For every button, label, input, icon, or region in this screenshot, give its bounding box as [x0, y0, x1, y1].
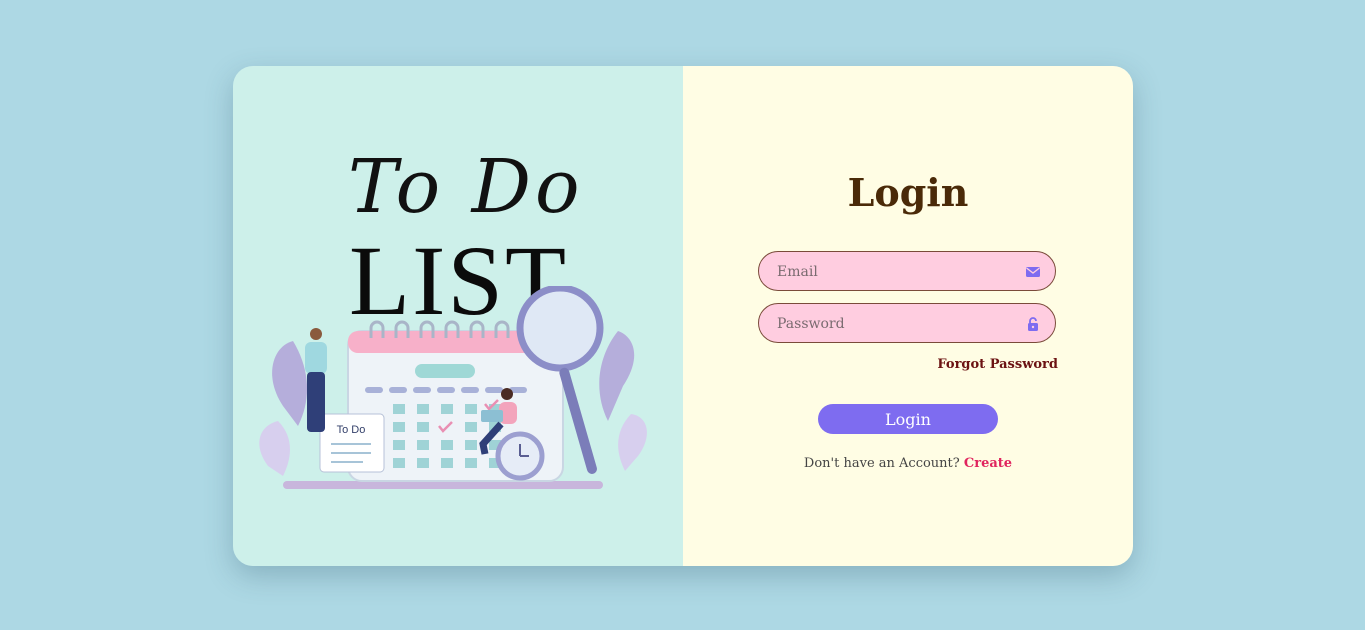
login-button[interactable]: Login [818, 404, 998, 434]
signup-row: Don't have an Account? Create [683, 456, 1133, 471]
ground-shape [283, 481, 603, 489]
calendar-label [415, 364, 475, 378]
person-legs [307, 372, 325, 432]
lock-icon [1028, 317, 1038, 331]
branding-panel: To Do LIST To Do [233, 66, 683, 566]
signup-prompt: Don't have an Account? [803, 456, 960, 471]
leaf-shape [259, 421, 290, 476]
script-title: To Do [348, 144, 584, 230]
login-panel: Login Forgot Password Login Don't have a… [683, 66, 1133, 566]
password-field[interactable] [758, 303, 1056, 344]
leaf-shape [272, 341, 308, 426]
login-heading: Login [847, 170, 969, 215]
envelope-icon [1026, 267, 1040, 277]
person-torso [305, 342, 327, 374]
login-card: To Do LIST To Do Login Email Forgot Pass… [233, 66, 1133, 566]
create-account-link[interactable]: Create [964, 456, 1012, 471]
person-head [501, 388, 513, 400]
laptop-shape [481, 410, 503, 422]
leaf-shape [599, 331, 635, 421]
leaf-shape [618, 414, 647, 471]
password-input[interactable] [775, 304, 1019, 344]
email-field[interactable] [758, 251, 1056, 292]
person-head [310, 328, 322, 340]
calendar-illustration: To Do [259, 286, 647, 489]
magnifier-handle [559, 367, 597, 474]
magnifier-lens [516, 286, 604, 372]
todo-note-label: To Do [337, 424, 366, 436]
forgot-password-link[interactable]: Forgot Password [937, 357, 1058, 372]
email-input[interactable] [775, 252, 1019, 292]
